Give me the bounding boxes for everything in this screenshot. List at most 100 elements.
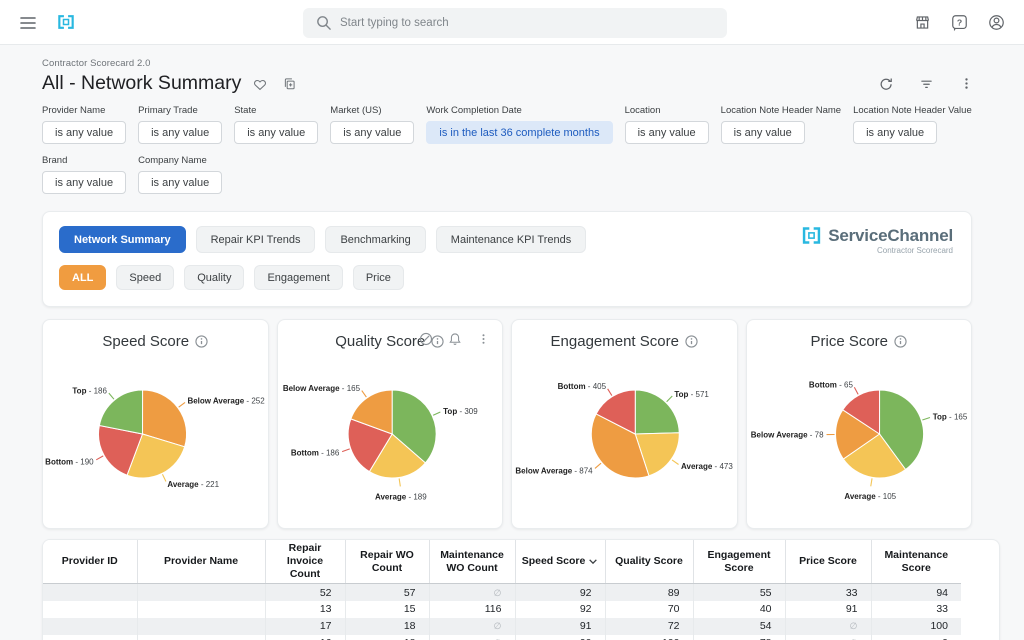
filter-group-company-name: Company Name is any value: [138, 155, 222, 194]
filter-group-location-note-header-value: Location Note Header Valueis any value: [853, 105, 972, 144]
cell: 57: [345, 584, 429, 601]
filter-row-1: Provider Nameis any valuePrimary Tradeis…: [42, 105, 1024, 144]
column-header-repair-wo-count[interactable]: Repair WO Count: [345, 540, 429, 584]
cell: [43, 601, 137, 618]
column-header-repair-invoice-count[interactable]: Repair Invoice Count: [265, 540, 345, 584]
providers-table: Provider IDProvider NameRepair Invoice C…: [43, 540, 961, 640]
chart-title-speed-score: Speed Score: [43, 333, 268, 350]
pie-label-top: Top - 571: [674, 390, 709, 399]
filter-work-completion-date[interactable]: is in the last 36 complete months: [426, 121, 612, 144]
filter-location[interactable]: is any value: [625, 121, 709, 144]
filter-brand[interactable]: is any value: [42, 171, 126, 194]
cell: 91: [515, 618, 605, 635]
cell: [43, 584, 137, 601]
account-icon[interactable]: [985, 11, 1008, 34]
cell: 92: [515, 584, 605, 601]
filter-location-note-header-value[interactable]: is any value: [853, 121, 937, 144]
pie-label-top: Top - 309: [443, 407, 478, 416]
pie-label-bottom: Bottom - 190: [45, 457, 94, 466]
explore-icon[interactable]: [417, 330, 435, 348]
cell: ∅: [429, 635, 515, 640]
filter-row-2: Brandis any valueCompany Nameis any valu…: [42, 155, 1024, 194]
cell: 13: [265, 601, 345, 618]
chart-card-engagement-score: Engagement ScoreTop - 571Average - 473Be…: [511, 319, 738, 529]
chart-title-text: Engagement Score: [551, 333, 679, 350]
cell: ∅: [429, 618, 515, 635]
cell: 91: [785, 601, 871, 618]
tile-more-vert-icon[interactable]: [475, 330, 492, 348]
filter-label-work-completion-date: Work Completion Date: [426, 105, 612, 116]
filter-location-note-header-name[interactable]: is any value: [721, 121, 805, 144]
cell: ∅: [785, 618, 871, 635]
pill-engagement[interactable]: Engagement: [254, 265, 342, 290]
table-row: 1618∅9010078∅0: [43, 635, 961, 640]
column-header-speed-score[interactable]: Speed Score: [515, 540, 605, 584]
column-header-label: Engagement Score: [699, 549, 780, 575]
column-header-engagement-score[interactable]: Engagement Score: [693, 540, 785, 584]
tab-network-summary[interactable]: Network Summary: [59, 226, 186, 253]
sort-caret-down-icon[interactable]: [588, 555, 598, 568]
alerts-bell-icon[interactable]: [446, 330, 464, 348]
tab-repair-kpi-trends[interactable]: Repair KPI Trends: [196, 226, 316, 253]
pie-label-average: Average - 221: [167, 480, 219, 489]
info-icon[interactable]: [685, 335, 698, 348]
null-value: ∅: [850, 622, 858, 632]
chart-title-text: Speed Score: [102, 333, 189, 350]
tab-benchmarking[interactable]: Benchmarking: [325, 226, 425, 253]
column-header-provider-name[interactable]: Provider Name: [137, 540, 265, 584]
app-window: ? Contractor Scorecard 2.0 All - Network…: [0, 0, 1024, 640]
dashboard-page: Contractor Scorecard 2.0 All - Network S…: [0, 45, 1024, 640]
help-icon[interactable]: ?: [948, 11, 971, 34]
cell: 33: [871, 601, 961, 618]
pie-slice-top[interactable]: [635, 390, 679, 434]
pill-speed[interactable]: Speed: [116, 265, 174, 290]
column-header-label: Maintenance Score: [877, 549, 957, 575]
filter-label-primary-trade: Primary Trade: [138, 105, 222, 116]
filter-label-company-name: Company Name: [138, 155, 222, 166]
dashboard-filters-icon[interactable]: [916, 73, 937, 94]
pie-label-top: Top - 186: [72, 387, 107, 396]
column-header-provider-id[interactable]: Provider ID: [43, 540, 137, 584]
favorite-heart-icon[interactable]: [250, 74, 270, 94]
column-header-price-score[interactable]: Price Score: [785, 540, 871, 584]
tab-maintenance-kpi-trends[interactable]: Maintenance KPI Trends: [436, 226, 586, 253]
pill-all[interactable]: ALL: [59, 265, 106, 290]
servicechannel-brand-icon: [801, 225, 822, 246]
filter-primary-trade[interactable]: is any value: [138, 121, 222, 144]
filter-provider-name[interactable]: is any value: [42, 121, 126, 144]
chart-title-price-score: Price Score: [747, 333, 972, 350]
column-header-maintenance-score[interactable]: Maintenance Score: [871, 540, 961, 584]
cell: 70: [605, 601, 693, 618]
filter-company-name[interactable]: is any value: [138, 171, 222, 194]
cell: [137, 584, 265, 601]
cell: 90: [515, 635, 605, 640]
cell: ∅: [785, 635, 871, 640]
column-header-maintenance-wo-count[interactable]: Maintenance WO Count: [429, 540, 515, 584]
cell: 78: [693, 635, 785, 640]
marketplace-icon[interactable]: [911, 11, 934, 34]
info-icon[interactable]: [195, 335, 208, 348]
filter-group-market-us: Market (US)is any value: [330, 105, 414, 144]
filter-state[interactable]: is any value: [234, 121, 318, 144]
chart-title-text: Quality Score: [335, 333, 425, 350]
cell: 55: [693, 584, 785, 601]
more-vert-icon[interactable]: [957, 73, 976, 94]
servicechannel-logo-icon[interactable]: [54, 10, 78, 34]
copy-dashboard-icon[interactable]: [279, 74, 299, 94]
info-icon[interactable]: [894, 335, 907, 348]
pie-label-average: Average - 189: [374, 492, 426, 501]
search-input[interactable]: [340, 17, 715, 29]
cell: 52: [265, 584, 345, 601]
brand-block: ServiceChannel Contractor Scorecard: [801, 225, 953, 255]
cell: 92: [515, 601, 605, 618]
column-header-quality-score[interactable]: Quality Score: [605, 540, 693, 584]
null-value: ∅: [494, 589, 502, 599]
menu-icon[interactable]: [16, 10, 40, 34]
cell: 116: [429, 601, 515, 618]
global-search: [303, 8, 727, 38]
pill-price[interactable]: Price: [353, 265, 404, 290]
filter-market-us[interactable]: is any value: [330, 121, 414, 144]
refresh-icon[interactable]: [875, 73, 896, 94]
pill-quality[interactable]: Quality: [184, 265, 244, 290]
pie-label-bottom: Bottom - 65: [808, 381, 853, 390]
